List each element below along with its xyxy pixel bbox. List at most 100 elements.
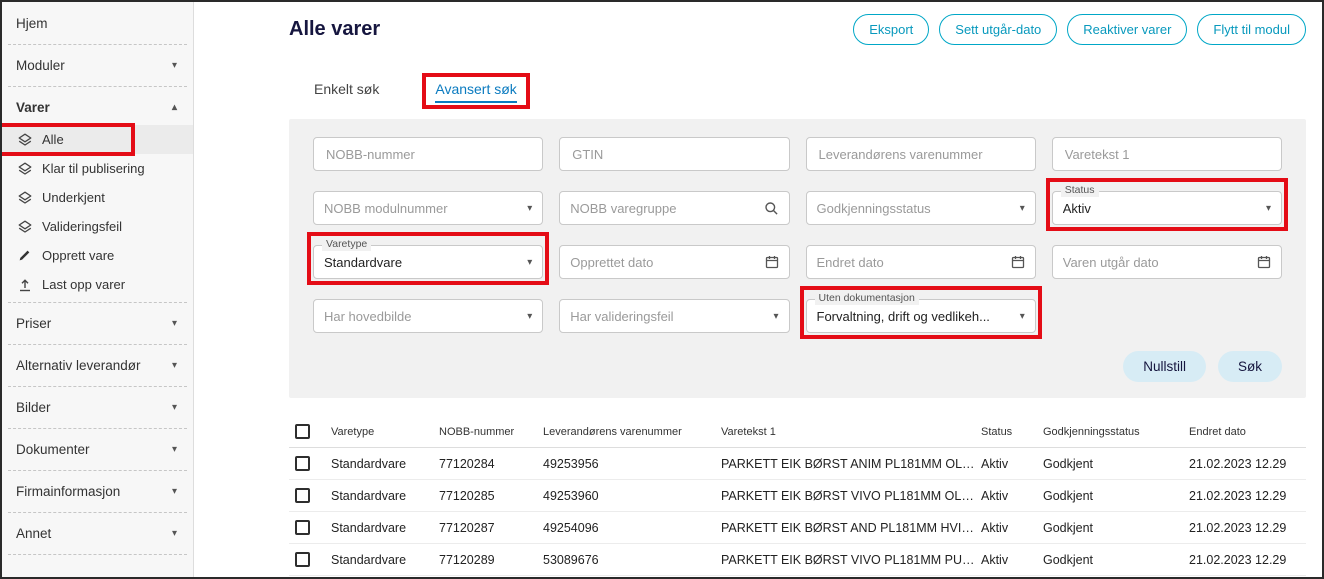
search-tabs: Enkelt søk Avansert søk bbox=[314, 81, 1306, 103]
filter-grid: NOBB modulnummer ▾ NOBB varegruppe Godkj… bbox=[313, 137, 1282, 333]
status-badge: Aktiv bbox=[981, 449, 1043, 479]
sidebar-item-valideringsfeil[interactable]: Valideringsfeil bbox=[2, 212, 193, 241]
tab-enkelt-sok[interactable]: Enkelt søk bbox=[314, 81, 379, 103]
sidebar-item-label: Alle bbox=[42, 132, 64, 147]
leverandorens-varenummer-input[interactable] bbox=[817, 146, 1025, 163]
layers-icon bbox=[17, 133, 32, 147]
sok-button[interactable]: Søk bbox=[1218, 351, 1282, 382]
row-checkbox[interactable] bbox=[295, 488, 310, 503]
sidebar-item-annet[interactable]: Annet ▾ bbox=[2, 516, 193, 551]
chevron-down-icon: ▾ bbox=[1020, 203, 1025, 214]
column-header: Leverandørens varenummer bbox=[543, 418, 721, 446]
divider bbox=[8, 428, 187, 429]
sidebar-item-label: Priser bbox=[16, 316, 51, 331]
har-valideringsfeil-filter[interactable]: Har valideringsfeil ▾ bbox=[559, 299, 789, 333]
column-header: Status bbox=[981, 418, 1043, 446]
sidebar-item-label: Opprett vare bbox=[42, 248, 114, 263]
reaktiver-varer-button[interactable]: Reaktiver varer bbox=[1067, 14, 1187, 45]
chevron-down-icon: ▾ bbox=[1020, 311, 1025, 322]
sidebar-item-label: Varer bbox=[16, 100, 50, 115]
divider bbox=[8, 344, 187, 345]
calendar-icon bbox=[1257, 255, 1271, 269]
chevron-down-icon: ▾ bbox=[172, 444, 177, 455]
sidebar-item-firmainformasjon[interactable]: Firmainformasjon ▾ bbox=[2, 474, 193, 509]
sidebar-item-opprett-vare[interactable]: Opprett vare bbox=[2, 241, 193, 270]
opprettet-dato-field[interactable]: Opprettet dato bbox=[559, 245, 789, 279]
status-filter[interactable]: Status Aktiv ▾ bbox=[1052, 191, 1282, 225]
pencil-icon bbox=[17, 249, 32, 262]
chevron-down-icon: ▾ bbox=[172, 360, 177, 371]
chevron-down-icon: ▾ bbox=[172, 60, 177, 71]
row-checkbox[interactable] bbox=[295, 520, 310, 535]
advanced-search-panel: NOBB modulnummer ▾ NOBB varegruppe Godkj… bbox=[289, 119, 1306, 398]
status-badge: Aktiv bbox=[981, 481, 1043, 511]
chevron-down-icon: ▾ bbox=[527, 257, 532, 268]
endret-dato-field[interactable]: Endret dato bbox=[806, 245, 1036, 279]
nobb-modulnummer-filter[interactable]: NOBB modulnummer ▾ bbox=[313, 191, 543, 225]
sidebar-item-label: Alternativ leverandør bbox=[16, 358, 141, 373]
sidebar-item-label: Last opp varer bbox=[42, 277, 125, 292]
table-row[interactable]: Standardvare 77120284 49253956 PARKETT E… bbox=[289, 448, 1306, 480]
eksport-button[interactable]: Eksport bbox=[853, 14, 929, 45]
grid-spacer bbox=[1052, 299, 1282, 333]
varetype-filter[interactable]: Varetype Standardvare ▾ bbox=[313, 245, 543, 279]
table-row[interactable]: Standardvare 77120285 49253960 PARKETT E… bbox=[289, 480, 1306, 512]
tab-avansert-sok[interactable]: Avansert søk bbox=[435, 81, 516, 103]
sett-utgar-dato-button[interactable]: Sett utgår-dato bbox=[939, 14, 1057, 45]
leverandorens-varenummer-field[interactable] bbox=[806, 137, 1036, 171]
sidebar-item-priser[interactable]: Priser ▾ bbox=[2, 306, 193, 341]
sidebar-item-alle[interactable]: Alle bbox=[2, 125, 193, 154]
sidebar-item-label: Hjem bbox=[16, 16, 48, 31]
nullstill-button[interactable]: Nullstill bbox=[1123, 351, 1206, 382]
nobb-nummer-input[interactable] bbox=[324, 146, 532, 163]
gtin-field[interactable] bbox=[559, 137, 789, 171]
panel-actions: Nullstill Søk bbox=[313, 351, 1282, 382]
sidebar-item-hjem[interactable]: Hjem bbox=[2, 6, 193, 41]
divider bbox=[8, 386, 187, 387]
search-icon bbox=[764, 201, 779, 216]
row-checkbox[interactable] bbox=[295, 456, 310, 471]
calendar-icon bbox=[765, 255, 779, 269]
column-header: Godkjenningsstatus bbox=[1043, 418, 1189, 446]
column-header: Varetekst 1 bbox=[721, 418, 981, 446]
har-hovedbilde-filter[interactable]: Har hovedbilde ▾ bbox=[313, 299, 543, 333]
chevron-down-icon: ▾ bbox=[172, 486, 177, 497]
sidebar-item-underkjent[interactable]: Underkjent bbox=[2, 183, 193, 212]
sidebar-item-varer[interactable]: Varer ▴ bbox=[2, 90, 193, 125]
varetekst-1-input[interactable] bbox=[1063, 146, 1271, 163]
sidebar-item-label: Underkjent bbox=[42, 190, 105, 205]
sidebar-item-dokumenter[interactable]: Dokumenter ▾ bbox=[2, 432, 193, 467]
table-row[interactable]: Standardvare 77120289 53089676 PARKETT E… bbox=[289, 544, 1306, 576]
godkjenningsstatus-filter[interactable]: Godkjenningsstatus ▾ bbox=[806, 191, 1036, 225]
gtin-input[interactable] bbox=[570, 146, 778, 163]
uten-dokumentasjon-filter[interactable]: Uten dokumentasjon Forvaltning, drift og… bbox=[806, 299, 1036, 333]
status-badge: Aktiv bbox=[981, 545, 1043, 575]
sidebar-item-label: Valideringsfeil bbox=[42, 219, 122, 234]
row-checkbox[interactable] bbox=[295, 552, 310, 567]
app-window: Hjem Moduler ▾ Varer ▴ Alle Klar til pub… bbox=[0, 0, 1324, 579]
select-all-checkbox[interactable] bbox=[295, 424, 310, 439]
flytt-til-modul-button[interactable]: Flytt til modul bbox=[1197, 14, 1306, 45]
table-row[interactable]: Standardvare 77120287 49254096 PARKETT E… bbox=[289, 512, 1306, 544]
divider bbox=[8, 302, 187, 303]
layers-icon bbox=[17, 162, 32, 176]
chevron-down-icon: ▾ bbox=[527, 203, 532, 214]
sidebar-item-label: Klar til publisering bbox=[42, 161, 145, 176]
nobb-varegruppe-filter[interactable]: NOBB varegruppe bbox=[559, 191, 789, 225]
field-label: Status bbox=[1061, 185, 1099, 197]
sidebar-item-label: Firmainformasjon bbox=[16, 484, 120, 499]
field-label: Uten dokumentasjon bbox=[815, 293, 919, 305]
sidebar-item-alternativ-leverandor[interactable]: Alternativ leverandør ▾ bbox=[2, 348, 193, 383]
header-actions: Eksport Sett utgår-dato Reaktiver varer … bbox=[853, 14, 1306, 45]
sidebar-item-bilder[interactable]: Bilder ▾ bbox=[2, 390, 193, 425]
sidebar-item-last-opp-varer[interactable]: Last opp varer bbox=[2, 270, 193, 299]
sidebar-item-moduler[interactable]: Moduler ▾ bbox=[2, 48, 193, 83]
sidebar-item-klar-til-publisering[interactable]: Klar til publisering bbox=[2, 154, 193, 183]
nobb-nummer-field[interactable] bbox=[313, 137, 543, 171]
chevron-down-icon: ▾ bbox=[1266, 203, 1271, 214]
varen-utgar-dato-field[interactable]: Varen utgår dato bbox=[1052, 245, 1282, 279]
column-header: Varetype bbox=[331, 418, 439, 446]
sidebar-item-label: Annet bbox=[16, 526, 51, 541]
varetekst-1-field[interactable] bbox=[1052, 137, 1282, 171]
column-header: Endret dato bbox=[1189, 418, 1306, 446]
